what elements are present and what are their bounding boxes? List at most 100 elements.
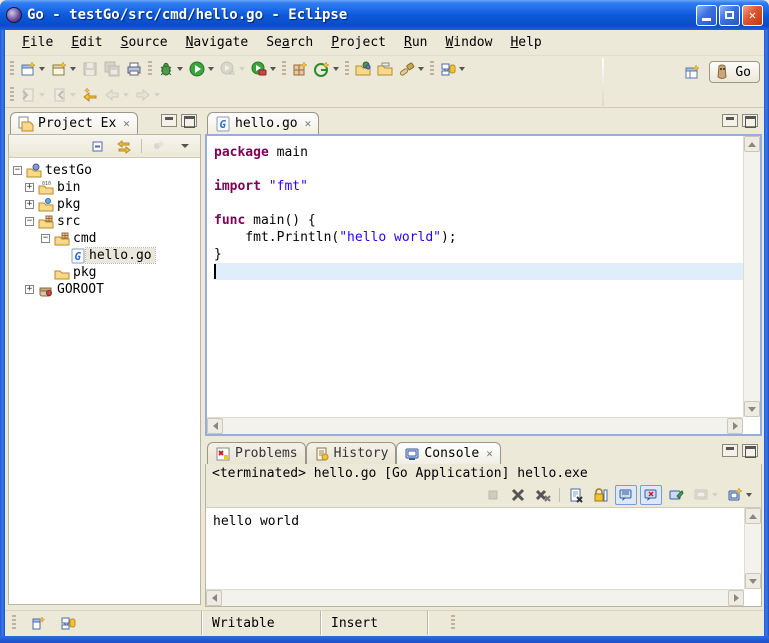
save-all-button[interactable] <box>101 58 123 80</box>
save-button[interactable] <box>79 58 101 80</box>
toolbar-grip[interactable] <box>10 87 14 103</box>
minimize-console-button[interactable] <box>722 444 738 457</box>
menu-search[interactable]: Search <box>257 32 322 53</box>
link-with-editor-button[interactable] <box>113 136 135 156</box>
new-go-element-button[interactable] <box>48 58 79 80</box>
display-selected-console-button[interactable] <box>690 485 721 505</box>
open-console-dropdown-icon[interactable] <box>746 493 752 497</box>
tab-project-explorer[interactable]: Project Ex ✕ <box>10 112 138 134</box>
print-button[interactable] <box>123 58 145 80</box>
tab-hello-go[interactable]: G hello.go ✕ <box>207 112 319 134</box>
forward-button[interactable] <box>132 84 163 106</box>
collapse-icon[interactable]: − <box>41 234 50 243</box>
statusbar-grip[interactable] <box>451 615 455 631</box>
debug-button[interactable] <box>155 58 186 80</box>
tab-console[interactable]: Console ✕ <box>396 442 500 464</box>
external-tools-button[interactable] <box>248 58 279 80</box>
toolbar-grip[interactable] <box>282 61 286 77</box>
search-button[interactable] <box>396 58 427 80</box>
previous-annotation-button[interactable] <box>48 84 79 106</box>
sync-view-button[interactable] <box>57 613 79 633</box>
tab-problems[interactable]: Problems <box>207 442 306 464</box>
pin-console-button[interactable] <box>665 485 687 505</box>
statusbar-grip[interactable] <box>12 615 16 631</box>
maximize-button[interactable] <box>719 5 740 26</box>
collapse-icon[interactable]: − <box>13 166 22 175</box>
new-button[interactable] <box>17 58 48 80</box>
toolbar-grip[interactable] <box>148 61 152 77</box>
open-folder-button[interactable] <box>374 58 396 80</box>
console-vertical-scrollbar[interactable] <box>744 508 761 589</box>
focus-button[interactable] <box>148 136 170 156</box>
tree-item-goroot[interactable]: + GOROOT <box>9 281 200 298</box>
external-tools-dropdown-icon[interactable] <box>270 67 276 71</box>
tree-item-src[interactable]: − src <box>9 213 200 230</box>
title-bar[interactable]: Go - testGo/src/cmd/hello.go - Eclipse ✕ <box>0 0 769 30</box>
menu-run[interactable]: Run <box>395 32 436 53</box>
close-button[interactable]: ✕ <box>742 5 763 26</box>
terminate-button[interactable] <box>482 485 504 505</box>
close-console-icon[interactable]: ✕ <box>486 447 493 460</box>
new-go-element-dropdown-icon[interactable] <box>70 67 76 71</box>
next-annotation-button[interactable] <box>17 84 48 106</box>
run-dropdown-icon[interactable] <box>208 67 214 71</box>
back-button[interactable] <box>101 84 132 106</box>
remove-launch-button[interactable] <box>507 485 529 505</box>
view-menu-button[interactable] <box>174 136 196 156</box>
toolbar-grip[interactable] <box>345 61 349 77</box>
show-stdout-button[interactable] <box>615 485 637 505</box>
run-button[interactable] <box>186 58 217 80</box>
expand-icon[interactable]: + <box>25 285 34 294</box>
editor-horizontal-scrollbar[interactable] <box>207 417 743 434</box>
new-dropdown-icon[interactable] <box>39 67 45 71</box>
scroll-lock-button[interactable] <box>590 485 612 505</box>
editor-vertical-scrollbar[interactable] <box>743 136 760 417</box>
collapse-icon[interactable]: − <box>25 217 34 226</box>
menu-navigate[interactable]: Navigate <box>177 32 258 53</box>
sync-db-button[interactable] <box>437 58 468 80</box>
close-view-icon[interactable]: ✕ <box>123 117 130 130</box>
tree-item-cmd[interactable]: − cmd <box>9 230 200 247</box>
minimize-button[interactable] <box>696 5 717 26</box>
maximize-view-button[interactable] <box>181 114 197 127</box>
go-perspective-button[interactable]: Go <box>709 61 760 83</box>
go-wizard-dropdown-icon[interactable] <box>333 67 339 71</box>
last-edit-location-button[interactable] <box>79 84 101 106</box>
menu-source[interactable]: Source <box>112 32 177 53</box>
new-go-project-button[interactable] <box>289 58 311 80</box>
expand-icon[interactable]: + <box>25 200 34 209</box>
run-last-button[interactable] <box>217 58 248 80</box>
toolbar-grip[interactable] <box>10 61 14 77</box>
menu-window[interactable]: Window <box>436 32 501 53</box>
code-editor[interactable]: package main import "fmt" func main() { … <box>207 136 743 417</box>
console-output-area[interactable]: hello world <box>205 507 762 607</box>
menu-file[interactable]: File <box>13 32 62 53</box>
console-horizontal-scrollbar[interactable] <box>206 589 744 606</box>
tree-item-pkg[interactable]: + pkg <box>9 196 200 213</box>
close-editor-icon[interactable]: ✕ <box>305 117 312 130</box>
debug-dropdown-icon[interactable] <box>177 67 183 71</box>
sync-db-dropdown-icon[interactable] <box>459 67 465 71</box>
search-dropdown-icon[interactable] <box>418 67 424 71</box>
tree-item-hello-go[interactable]: + G hello.go <box>9 247 200 264</box>
fast-view-button[interactable] <box>27 613 49 633</box>
open-console-button[interactable] <box>724 485 755 505</box>
menu-help[interactable]: Help <box>501 32 550 53</box>
toolbar-grip[interactable] <box>430 61 434 77</box>
open-perspective-button[interactable] <box>681 61 703 83</box>
tree-item-pkg2[interactable]: + pkg <box>9 264 200 281</box>
maximize-console-button[interactable] <box>742 444 758 457</box>
open-go-package-button[interactable] <box>352 58 374 80</box>
minimize-editor-button[interactable] <box>722 114 738 127</box>
menu-edit[interactable]: Edit <box>62 32 111 53</box>
clear-console-button[interactable] <box>565 485 587 505</box>
show-stderr-button[interactable] <box>640 485 662 505</box>
tree-item-testgo[interactable]: − testGo <box>9 162 200 179</box>
tree-item-bin[interactable]: + 010 bin <box>9 179 200 196</box>
expand-icon[interactable]: + <box>25 183 34 192</box>
maximize-editor-button[interactable] <box>742 114 758 127</box>
menu-project[interactable]: Project <box>322 32 395 53</box>
remove-all-terminated-button[interactable] <box>532 485 554 505</box>
tab-history[interactable]: History <box>306 442 397 464</box>
collapse-all-button[interactable] <box>87 136 109 156</box>
